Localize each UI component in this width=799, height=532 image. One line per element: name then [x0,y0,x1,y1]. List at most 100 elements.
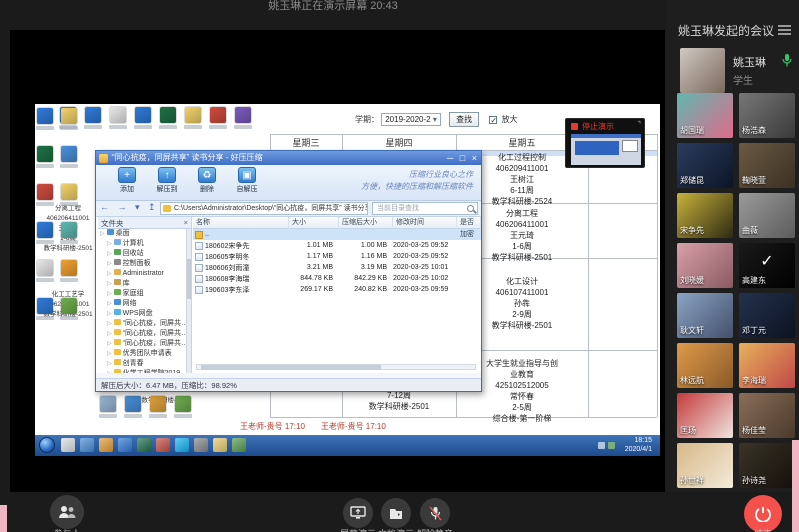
column-header[interactable]: 修改时间 [393,217,457,229]
tree-scrollbar[interactable] [186,229,191,373]
horizontal-scrollbar[interactable] [196,364,476,370]
tree-item[interactable]: ▷控制面板 [98,259,191,269]
tree-expand-icon[interactable]: ▷ [107,241,112,247]
desktop-icon[interactable] [175,396,191,412]
tree-item[interactable]: ▷家庭组 [98,289,191,299]
participant-video[interactable]: 杨佳莹 [739,393,795,438]
desktop-icon[interactable] [85,107,101,123]
tree-expand-icon[interactable]: ▷ [107,271,112,277]
tree-expand-icon[interactable]: ▷ [107,351,112,357]
participant-video[interactable]: 曲薇 [739,193,795,238]
doc-share-button[interactable] [381,498,411,528]
close-icon[interactable]: × [184,218,188,227]
tree-expand-icon[interactable]: ▷ [107,291,112,297]
participant-video[interactable]: 孙诗尧 [739,443,795,488]
tree-item[interactable]: ▷“同心抗疫，同屏共… [98,339,191,349]
desktop-icon[interactable] [37,222,53,238]
tree-expand-icon[interactable]: ▷ [107,331,112,337]
tree-expand-icon[interactable]: ▷ [107,251,112,257]
participant-video[interactable]: 鞠晓萱 [739,143,795,188]
file-row[interactable]: .. [193,229,481,240]
desktop-icon[interactable] [37,146,53,162]
desktop-icon[interactable] [185,107,201,123]
participant-video[interactable]: 耿文轩 [677,293,733,338]
start-button[interactable] [39,437,55,453]
file-list-header[interactable]: 名称大小压缩后大小修改时间是否加密 [193,217,481,229]
find-button[interactable]: 查找 [449,112,479,127]
screen-share-button[interactable] [343,498,373,528]
tree-item[interactable]: ▷“同心抗疫，同屏共… [98,319,191,329]
desktop-icon[interactable] [235,107,251,123]
term-select[interactable]: 2019-2020-2 ▾ [381,113,441,126]
taskbar-app-icon[interactable] [175,438,189,452]
participant-video[interactable]: ✓高建东 [739,243,795,288]
tree-item[interactable]: ▷网络 [98,299,191,309]
zoom-checkbox[interactable]: ✓ [489,116,497,124]
participant-video[interactable]: 胡国瑞 [677,93,733,138]
desktop-icon[interactable] [61,184,77,200]
stop-share-button[interactable]: 停止演示 [582,121,614,132]
featured-participant[interactable]: 姚玉琳 学生 [680,48,792,94]
desktop-icon[interactable] [37,298,53,314]
tree-expand-icon[interactable]: ▷ [107,261,112,267]
tree-expand-icon[interactable]: ▷ [107,311,112,317]
file-row[interactable]: 180606刘雨潼3.21 MB3.19 MB2020-03-25 10:01 [193,262,481,273]
tree-expand-icon[interactable]: ▷ [107,281,112,287]
participant-video[interactable]: 匡玚 [677,393,733,438]
tree-expand-icon[interactable]: ▷ [100,231,105,237]
desktop-icon[interactable] [37,184,53,200]
desktop-icon[interactable] [150,396,166,412]
tree-item[interactable]: ▷库 [98,279,191,289]
file-row[interactable]: 180605李明冬1.17 MB1.16 MB2020-03-25 09:52 [193,251,481,262]
file-row[interactable]: 180608李海瑞844.78 KB842.29 KB2020-03-25 10… [193,273,481,284]
taskbar-app-icon[interactable] [137,438,151,452]
tree-expand-icon[interactable]: ▷ [107,371,112,373]
taskbar-app-icon[interactable] [118,438,132,452]
column-header[interactable]: 是否加密 [457,217,481,229]
desktop-icon[interactable] [61,146,77,162]
tree-item[interactable]: ▷WPS网盘 [98,309,191,319]
tree-expand-icon[interactable]: ▷ [107,341,112,347]
tree-item[interactable]: ▷创青春 [98,359,191,369]
desktop-icon[interactable] [61,222,77,238]
path-box[interactable]: C:\Users\Administrator\Desktop\“同心抗疫，同屏共… [160,202,368,215]
file-row[interactable]: 190603李东泽269.17 KB240.82 KB2020-03-25 09… [193,284,481,295]
participant-video[interactable]: 李海瑞 [739,343,795,388]
file-row[interactable]: 180602宋争先1.01 MB1.00 MB2020-03-25 09:52 [193,240,481,251]
desktop-icon[interactable] [37,108,53,124]
desktop-icon[interactable] [100,396,116,412]
unmute-button[interactable] [420,498,450,528]
desktop-icon[interactable] [37,260,53,276]
taskbar-app-icon[interactable] [232,438,246,452]
desktop-icon[interactable] [110,107,126,123]
tray-clock[interactable]: 18:15 2020/4/1 [625,437,652,454]
toolbar-button-3[interactable]: ♻删除 [190,167,224,194]
taskbar-app-icon[interactable] [213,438,227,452]
tree-item[interactable]: ▷计算机 [98,239,191,249]
taskbar-app-icon[interactable] [194,438,208,452]
haozip-titlebar[interactable]: “同心抗疫，同屏共享” 读书分享 - 好压压缩 ─ □ × [96,151,481,165]
toolbar-button-4[interactable]: ▣自解压 [230,167,264,194]
panel-menu-icon[interactable] [778,25,791,35]
taskbar-app-icon[interactable] [99,438,113,452]
column-header[interactable]: 大小 [289,217,339,229]
taskbar-app-icon[interactable] [80,438,94,452]
tree-expand-icon[interactable]: ▷ [107,301,112,307]
toolbar-button-2[interactable]: ↑解压到 [150,167,184,194]
column-header[interactable]: 压缩后大小 [339,217,393,229]
participants-button[interactable] [50,495,84,529]
tree-item[interactable]: ▷优秀团队申请表 [98,349,191,359]
tree-item[interactable]: ▷Administrator [98,269,191,279]
participant-video[interactable]: 郑储昆 [677,143,733,188]
tree-item[interactable]: ▷回收站 [98,249,191,259]
tree-item[interactable]: ▷桌面 [98,229,191,239]
system-tray[interactable]: 18:15 2020/4/1 [596,436,658,455]
desktop-icon[interactable] [135,107,151,123]
participant-video[interactable]: 宋争先 [677,193,733,238]
desktop-icon[interactable] [125,396,141,412]
tree-item[interactable]: ▷“同心抗疫，同屏共… [98,329,191,339]
taskbar-app-icon[interactable] [61,438,75,452]
tree-expand-icon[interactable]: ▷ [107,361,112,367]
participant-video[interactable]: 邓丁元 [739,293,795,338]
participant-video[interactable]: 林远航 [677,343,733,388]
